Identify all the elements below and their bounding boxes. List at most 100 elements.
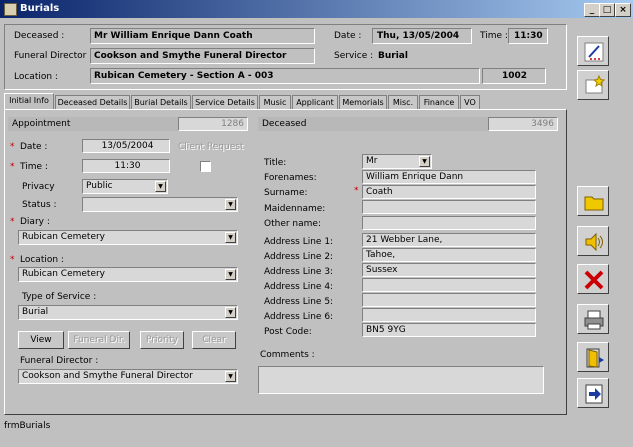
privacy-select[interactable]: Public ▼ <box>82 179 168 194</box>
appointment-date-label: Date : <box>20 142 48 152</box>
close-button[interactable]: × <box>615 3 631 17</box>
chevron-down-icon[interactable]: ▼ <box>225 371 236 382</box>
view-button[interactable]: View <box>18 331 64 349</box>
new-record-button[interactable] <box>577 70 609 100</box>
delete-x-icon <box>584 270 604 290</box>
title-bar <box>0 0 633 18</box>
chevron-down-icon[interactable]: ▼ <box>225 232 236 243</box>
address-line-1-label: Address Line 1: <box>264 237 334 247</box>
status-label: Status : <box>22 200 57 210</box>
tab-music[interactable]: Music <box>259 95 291 109</box>
address-line-3-label: Address Line 3: <box>264 267 334 277</box>
privacy-value: Public <box>86 181 113 191</box>
required-marker: * <box>10 142 15 152</box>
status-text: frmBurials <box>4 421 51 431</box>
forenames-label: Forenames: <box>264 173 317 183</box>
exit-door-button[interactable] <box>577 342 609 372</box>
type-of-service-label: Type of Service : <box>22 292 97 302</box>
required-marker: * <box>354 186 359 196</box>
window-title: Burials <box>20 3 60 14</box>
forenames-field[interactable]: William Enrique Dann <box>362 170 536 184</box>
appointment-time-field[interactable]: 11:30 <box>82 159 170 173</box>
othername-label: Other name: <box>264 219 321 229</box>
chevron-down-icon[interactable]: ▼ <box>225 307 236 318</box>
type-of-service-value: Burial <box>22 307 49 317</box>
chevron-down-icon[interactable]: ▼ <box>155 181 166 192</box>
address-line-6-label: Address Line 6: <box>264 312 334 322</box>
address-line-6-field[interactable] <box>362 308 536 322</box>
address-line-4-field[interactable] <box>362 278 536 292</box>
clear-button[interactable]: Clear <box>192 331 236 349</box>
required-marker: * <box>10 162 15 172</box>
appointment-location-label: Location : <box>20 255 64 265</box>
tab-service-details[interactable]: Service Details <box>192 95 258 109</box>
tab-initial-info[interactable]: Initial Info <box>4 93 54 110</box>
fd-value: Cookson and Smythe Funeral Director <box>22 371 193 381</box>
tab-burial-details[interactable]: Burial Details <box>131 95 191 109</box>
othername-field[interactable] <box>362 216 536 230</box>
title-select[interactable]: Mr ▼ <box>362 154 432 169</box>
time-label: Time : <box>480 31 508 41</box>
edit-button[interactable] <box>577 36 609 66</box>
funeral-director-label: Funeral Director : <box>14 51 93 61</box>
tab-finance[interactable]: Finance <box>419 95 459 109</box>
appointment-location-select[interactable]: Rubican Cemetery ▼ <box>18 267 238 282</box>
appointment-header-text: Appointment <box>12 119 71 129</box>
minimize-button[interactable]: _ <box>584 3 600 17</box>
chevron-down-icon[interactable]: ▼ <box>225 199 236 210</box>
print-button[interactable] <box>577 304 609 334</box>
address-line-2-field[interactable]: Tahoe, <box>362 248 536 262</box>
tab-vo[interactable]: VO <box>460 95 480 109</box>
fd-label: Funeral Director : <box>20 356 99 366</box>
location-code: 1002 <box>502 71 528 81</box>
status-select[interactable]: ▼ <box>82 197 238 212</box>
appointment-id: 1286 <box>178 117 248 131</box>
title-value: Mr <box>366 156 378 166</box>
delete-button[interactable] <box>577 264 609 294</box>
fd-select[interactable]: Cookson and Smythe Funeral Director ▼ <box>18 369 238 384</box>
exit-button[interactable] <box>577 378 609 408</box>
chevron-down-icon[interactable]: ▼ <box>419 156 430 167</box>
funeral-dir-button[interactable]: Funeral Dir. <box>68 331 130 349</box>
comments-field[interactable] <box>258 366 544 394</box>
tab-memorials[interactable]: Memorials <box>339 95 387 109</box>
chevron-down-icon[interactable]: ▼ <box>225 269 236 280</box>
maidenname-label: Maidenname: <box>264 204 326 214</box>
print-icon <box>584 310 604 330</box>
comments-label: Comments : <box>260 350 315 360</box>
tab-deceased-details[interactable]: Deceased Details <box>55 95 130 109</box>
address-line-4-label: Address Line 4: <box>264 282 334 292</box>
funeral-director-value: Cookson and Smythe Funeral Director <box>94 51 287 61</box>
exit-door-icon <box>586 348 604 368</box>
post-code-field[interactable]: BN5 9YG <box>362 323 536 337</box>
address-line-3-field[interactable]: Sussex <box>362 263 536 277</box>
tab-misc[interactable]: Misc. <box>388 95 418 109</box>
audio-speaker-icon <box>585 232 603 252</box>
title-label: Title: <box>264 158 287 168</box>
priority-button[interactable]: Priority <box>140 331 184 349</box>
appointment-date-field[interactable]: 13/05/2004 <box>82 139 170 153</box>
privacy-label: Privacy <box>22 182 55 192</box>
audio-button[interactable] <box>577 226 609 256</box>
tab-applicant[interactable]: Applicant <box>292 95 338 109</box>
pencil-edit-icon <box>584 42 604 62</box>
address-line-2-label: Address Line 2: <box>264 252 334 262</box>
app-icon <box>4 3 17 16</box>
client-request-checkbox[interactable] <box>200 161 211 172</box>
maidenname-field[interactable] <box>362 200 536 214</box>
diary-label: Diary : <box>20 217 50 227</box>
deceased-id: 3496 <box>488 117 558 131</box>
type-of-service-select[interactable]: Burial ▼ <box>18 305 238 320</box>
address-line-1-field[interactable]: 21 Webber Lane, <box>362 233 536 247</box>
required-marker: * <box>10 255 15 265</box>
open-folder-button[interactable] <box>577 186 609 216</box>
folder-icon <box>584 196 604 211</box>
date-label: Date : <box>334 31 362 41</box>
date-value: Thu, 13/05/2004 <box>377 31 460 41</box>
surname-field[interactable]: Coath <box>362 185 536 199</box>
diary-select[interactable]: Rubican Cemetery ▼ <box>18 230 238 245</box>
new-record-icon <box>585 75 605 94</box>
post-code-label: Post Code: <box>264 327 312 337</box>
address-line-5-field[interactable] <box>362 293 536 307</box>
maximize-button[interactable]: □ <box>599 3 615 17</box>
